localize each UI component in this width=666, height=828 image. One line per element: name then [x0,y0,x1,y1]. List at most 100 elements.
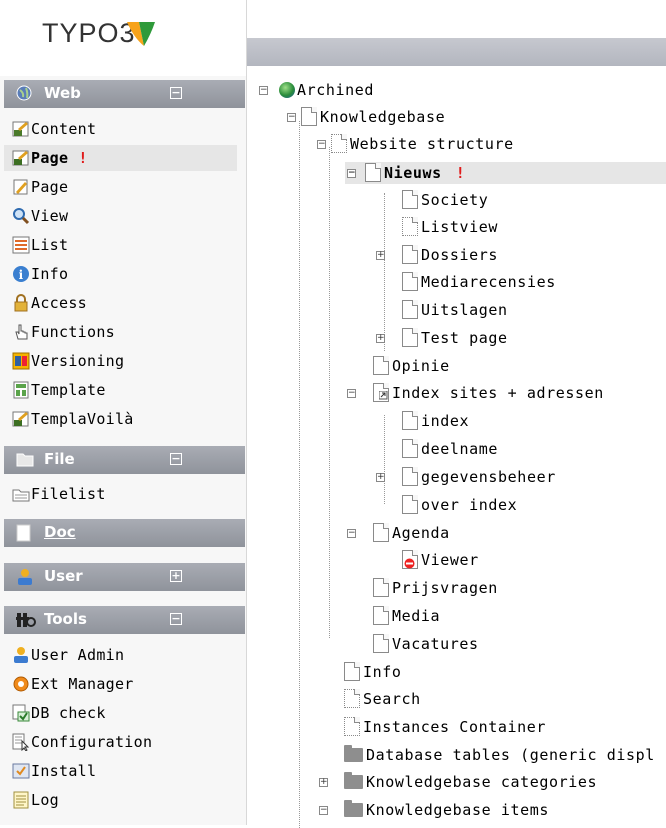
page-icon [402,467,418,486]
collapse-icon[interactable]: − [170,453,182,465]
content-icon [12,120,30,138]
tree-line [329,147,330,638]
web-section-header[interactable]: Web − [4,80,245,108]
tree-line [384,415,385,504]
tree-node-nieuws[interactable]: − Nieuws! [345,162,666,184]
page-icon [373,634,389,653]
user-section-title: User [44,567,83,585]
expand-icon[interactable]: + [319,778,328,787]
collapse-icon[interactable]: − [170,87,182,99]
collapse-icon[interactable]: − [170,613,182,625]
folder-icon [16,453,34,467]
tree-node-over-index[interactable]: over index [402,494,517,516]
page-icon [373,523,389,542]
install-icon [12,762,30,780]
module-info[interactable]: i Info [12,261,245,287]
page-icon [402,217,418,236]
log-icon [12,791,30,809]
module-install[interactable]: Install [12,758,245,784]
collapse-icon[interactable]: − [317,140,326,149]
page-icon [344,689,360,708]
user-icon [18,569,32,585]
lock-icon [12,294,30,312]
expand-icon[interactable]: + [376,473,385,482]
collapse-icon[interactable]: − [347,389,356,398]
page-icon [402,411,418,430]
module-menu: TYPO3 Web − Content Page! Page View List… [0,0,247,825]
tools-section-header[interactable]: Tools − [4,606,245,634]
page-icon [402,439,418,458]
svg-text:i: i [19,268,24,282]
folder-icon [344,745,363,762]
doc-section-header[interactable]: Doc [4,519,245,547]
tree-node-vacatures[interactable]: Vacatures [373,633,479,655]
page-icon [373,578,389,597]
collapse-icon[interactable]: − [319,806,328,815]
tree-node-search[interactable]: Search [344,688,421,710]
page-tree: − Archined − Knowledgebase − Website str… [247,76,666,828]
file-section-header[interactable]: File − [4,446,245,474]
configuration-icon [12,733,30,752]
typo3-logo-icon [127,22,155,46]
tree-node-opinie[interactable]: Opinie [373,355,450,377]
expand-icon[interactable]: + [376,334,385,343]
tree-node-instances-container[interactable]: Instances Container [344,716,546,738]
folder-icon [344,772,363,789]
page-icon [402,328,418,347]
page-icon [373,606,389,625]
module-templavoila[interactable]: TemplaVoilà [12,406,245,432]
db-check-icon [12,704,30,722]
module-page[interactable]: Page [12,174,245,200]
module-log[interactable]: Log [12,787,245,813]
module-template[interactable]: Template [12,377,245,403]
tree-node-listview[interactable]: Listview [402,216,498,238]
document-icon [16,524,31,542]
collapse-icon[interactable]: − [287,113,296,122]
module-versioning[interactable]: Versioning [12,348,245,374]
magnifier-icon [12,207,30,225]
web-section-title: Web [44,84,81,102]
collapse-icon[interactable]: − [347,529,356,538]
page-icon [365,163,381,182]
expand-icon[interactable]: + [376,251,385,260]
user-admin-icon [12,646,30,664]
user-section-header[interactable]: User + [4,563,245,591]
tree-node-index[interactable]: index [402,410,469,432]
docheader-bar [247,38,666,66]
tree-node-database-tables[interactable]: Database tables (generic displ [344,744,655,766]
collapse-icon[interactable]: − [259,86,268,95]
module-functions[interactable]: Functions [12,319,245,345]
ext-manager-icon [12,675,30,693]
page-icon [402,495,418,514]
module-filelist[interactable]: Filelist [12,481,245,507]
tree-node-mediarecensies[interactable]: Mediarecensies [402,271,556,293]
page-icon [402,190,418,209]
module-page-templavoila[interactable]: Page! [4,145,237,171]
tree-node-viewer[interactable]: Viewer [402,549,479,571]
tree-node-media[interactable]: Media [373,605,440,627]
tree-node-deelname[interactable]: deelname [402,438,498,460]
module-configuration[interactable]: Configuration [12,729,245,755]
module-user-admin[interactable]: User Admin [12,642,245,668]
alert-icon: ! [455,164,466,182]
module-view[interactable]: View [12,203,245,229]
tree-node-uitslagen[interactable]: Uitslagen [402,299,508,321]
folder-icon [344,800,363,817]
templavoila-icon [12,410,30,428]
module-content[interactable]: Content [12,116,245,142]
collapse-icon[interactable]: − [347,169,356,178]
alert-icon: ! [78,149,88,167]
doc-section-title[interactable]: Doc [44,523,76,541]
info-icon: i [12,265,30,283]
page-icon [402,245,418,264]
module-db-check[interactable]: DB check [12,700,245,726]
page-icon [344,717,360,736]
tree-node-society[interactable]: Society [402,189,488,211]
versioning-icon [12,352,30,370]
module-list[interactable]: List [12,232,245,258]
tree-node-info[interactable]: Info [344,661,402,683]
expand-icon[interactable]: + [170,570,182,582]
tree-node-prijsvragen[interactable]: Prijsvragen [373,577,498,599]
module-access[interactable]: Access [12,290,245,316]
module-ext-manager[interactable]: Ext Manager [12,671,245,697]
